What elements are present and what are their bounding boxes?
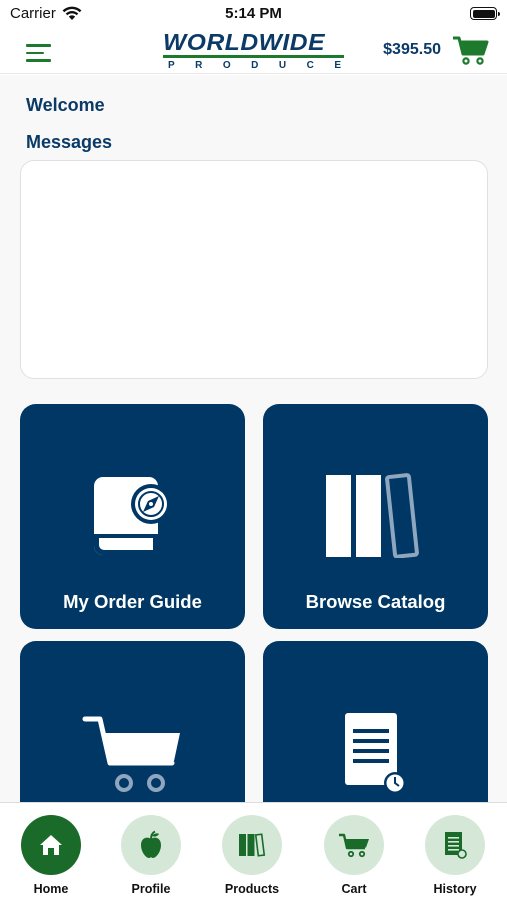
battery-icon — [470, 7, 500, 20]
tab-cart-circle — [324, 815, 384, 875]
tab-cart-label: Cart — [341, 882, 367, 896]
logo-wordmark: WORLDWIDE — [163, 29, 326, 55]
bottom-tab-bar: Home Profile Products Cart History — [0, 802, 507, 900]
home-icon — [40, 835, 62, 855]
my-order-guide-tile[interactable]: My Order Guide — [20, 404, 245, 629]
tab-cart[interactable]: Cart — [314, 815, 394, 896]
status-bar: Carrier 5:14 PM — [0, 0, 507, 28]
worldwide-produce-logo: WORLDWIDE PRODUCE — [163, 30, 345, 72]
logo-subtitle: PRODUCE — [168, 60, 362, 71]
tab-profile[interactable]: Profile — [111, 815, 191, 896]
tab-history[interactable]: History — [415, 815, 495, 896]
cart-icon — [339, 833, 369, 858]
order-guide-book-compass-icon — [94, 477, 171, 555]
browse-catalog-tile[interactable]: Browse Catalog — [263, 404, 488, 629]
app-header: WORLDWIDE PRODUCE $395.50 — [0, 28, 507, 74]
browse-catalog-label: Browse Catalog — [305, 591, 446, 612]
home-content: Welcome Messages My Order Guide Browse C… — [0, 75, 507, 802]
clock: 5:14 PM — [225, 5, 282, 22]
history-tile[interactable] — [263, 641, 488, 802]
hamburger-menu-button[interactable] — [26, 44, 51, 62]
tab-profile-circle — [121, 815, 181, 875]
tab-home[interactable]: Home — [11, 815, 91, 896]
cart-tile[interactable] — [20, 641, 245, 802]
tab-history-circle — [425, 815, 485, 875]
messages-heading: Messages — [26, 132, 113, 152]
books-catalog-icon — [326, 473, 419, 558]
tab-history-label: History — [433, 882, 477, 896]
tab-products-label: Products — [224, 882, 280, 896]
shopping-cart-icon — [82, 716, 180, 792]
my-order-guide-label: My Order Guide — [63, 591, 202, 612]
tab-home-label: Home — [33, 882, 69, 896]
document-icon — [445, 832, 467, 859]
logo-stripe — [163, 55, 344, 58]
cart-total[interactable]: $395.50 — [383, 41, 441, 59]
books-icon — [239, 833, 266, 857]
apple-icon — [141, 830, 161, 858]
tab-products[interactable]: Products — [212, 815, 292, 896]
messages-panel[interactable] — [20, 160, 488, 379]
tab-profile-label: Profile — [131, 882, 171, 896]
welcome-heading: Welcome — [26, 95, 105, 115]
cart-icon[interactable] — [452, 34, 489, 66]
tab-home-circle — [21, 815, 81, 875]
tab-products-circle — [222, 815, 282, 875]
document-history-icon — [345, 713, 406, 794]
